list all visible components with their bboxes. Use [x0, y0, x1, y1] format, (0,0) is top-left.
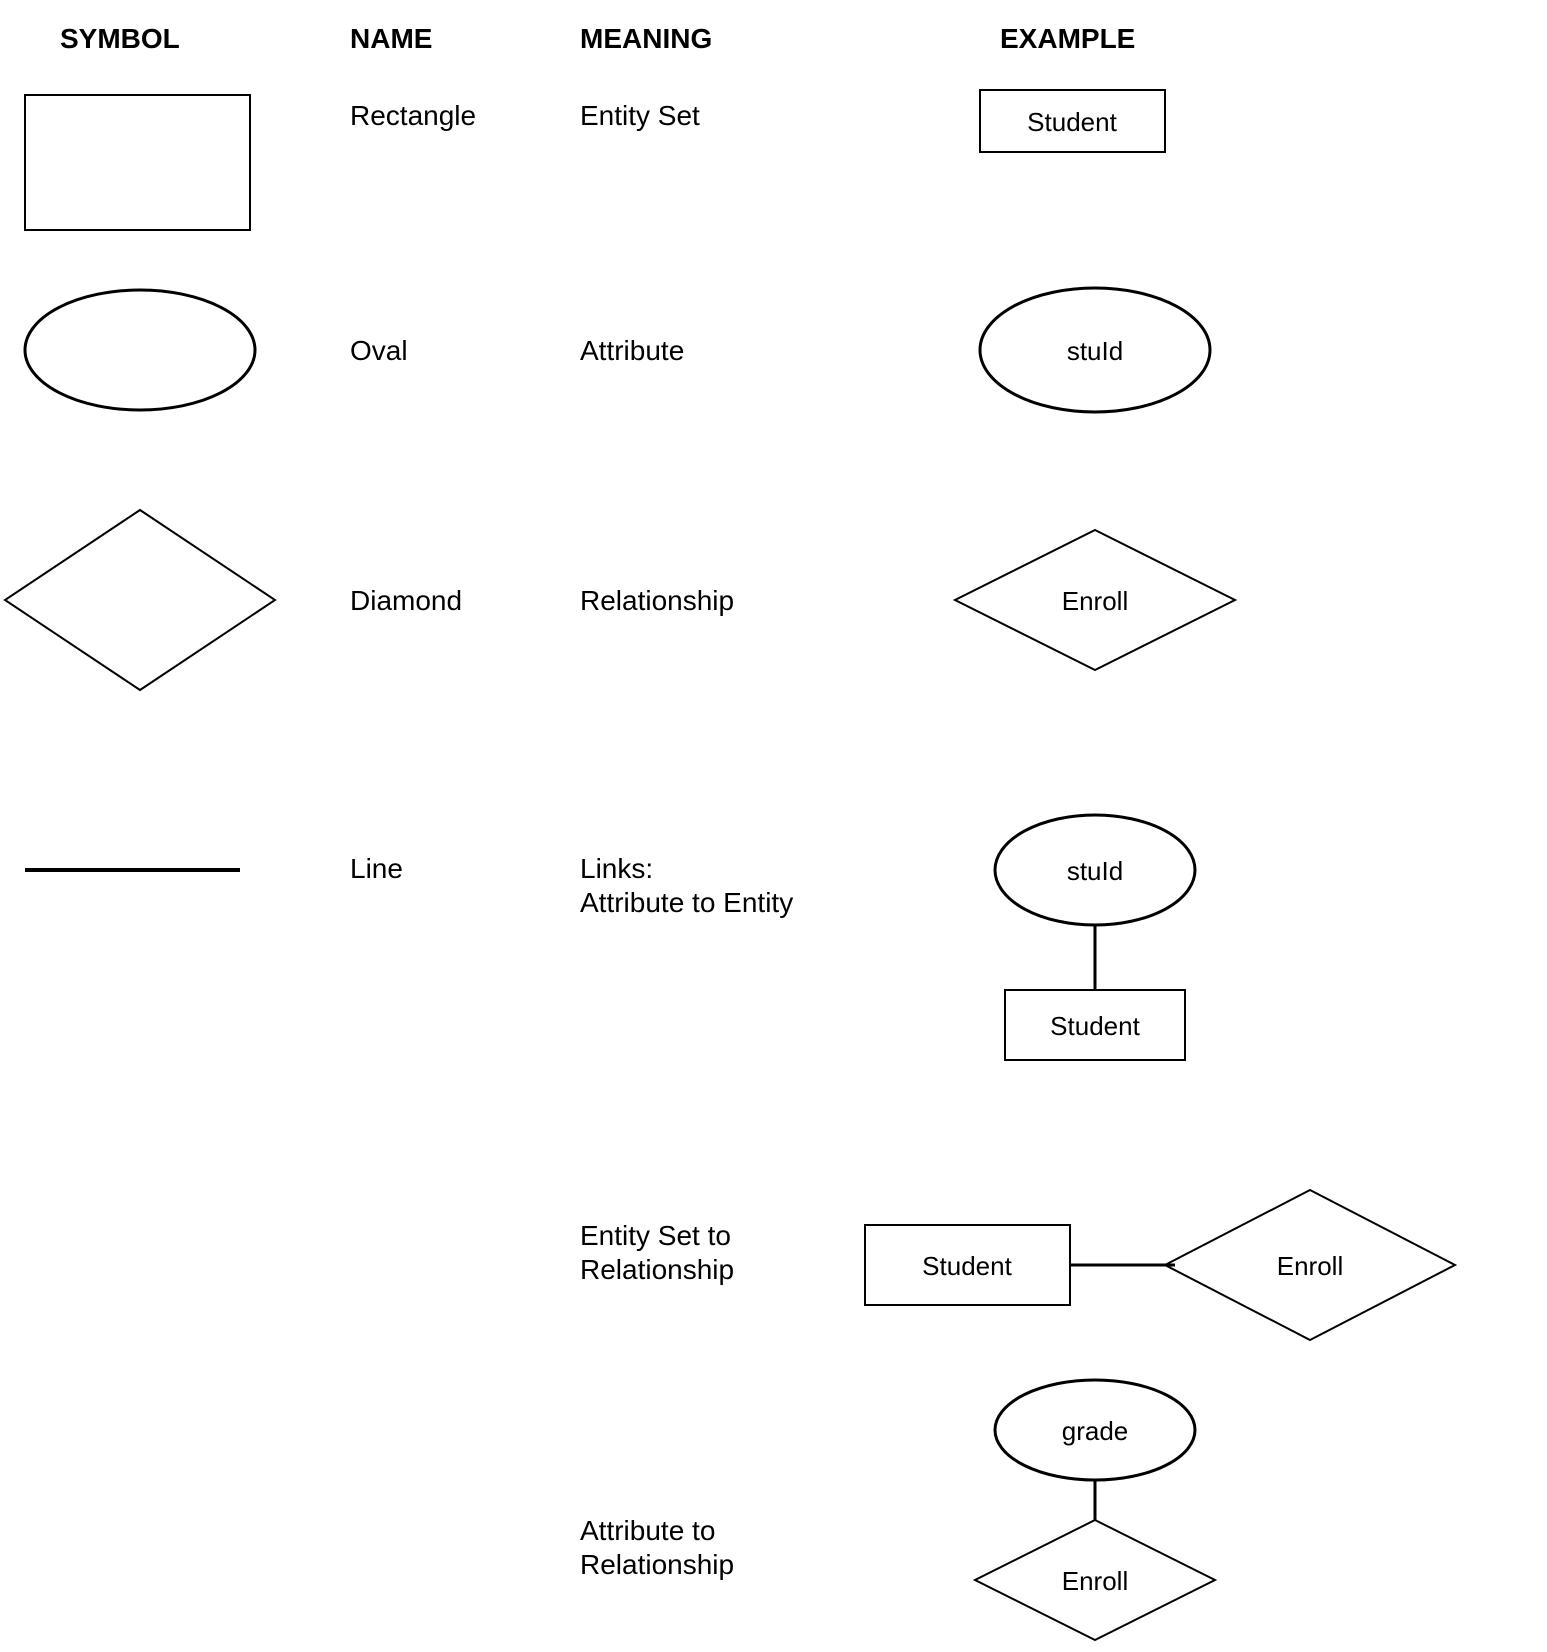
example-entity-student: Student [980, 90, 1165, 152]
row4-meaning: Links: Attribute to Entity [580, 853, 793, 918]
example-attribute-to-entity: stuId Student [995, 815, 1195, 1060]
example-entity-to-relationship: Student Enroll [865, 1190, 1455, 1340]
header-symbol: SYMBOL [60, 23, 180, 54]
er-symbols-diagram: SYMBOL NAME MEANING EXAMPLE Rectangle En… [0, 0, 1547, 1647]
example-attribute-to-relationship: grade Enroll [975, 1380, 1215, 1640]
header-meaning: MEANING [580, 23, 712, 54]
example-relationship-enroll: Enroll [955, 530, 1235, 670]
header-name: NAME [350, 23, 432, 54]
symbol-diamond [5, 510, 275, 690]
svg-text:grade: grade [1062, 1416, 1129, 1446]
symbol-rectangle [25, 95, 250, 230]
symbol-oval [25, 290, 255, 410]
svg-text:stuId: stuId [1067, 336, 1123, 366]
example-attribute-stuid: stuId [980, 288, 1210, 412]
row2-meaning: Attribute [580, 335, 684, 366]
row3-name: Diamond [350, 585, 462, 616]
svg-text:Enroll: Enroll [1062, 586, 1128, 616]
row1-meaning: Entity Set [580, 100, 700, 131]
svg-text:Enroll: Enroll [1277, 1251, 1343, 1281]
row3-meaning: Relationship [580, 585, 734, 616]
svg-text:Enroll: Enroll [1062, 1566, 1128, 1596]
row1-name: Rectangle [350, 100, 476, 131]
header-example: EXAMPLE [1000, 23, 1135, 54]
row5-meaning: Entity Set to Relationship [580, 1220, 739, 1285]
row6-meaning: Attribute to Relationship [580, 1515, 734, 1580]
svg-text:Student: Student [1050, 1011, 1140, 1041]
svg-text:Student: Student [1027, 107, 1117, 137]
svg-text:stuId: stuId [1067, 856, 1123, 886]
svg-text:Student: Student [922, 1251, 1012, 1281]
row2-name: Oval [350, 335, 408, 366]
row4-name: Line [350, 853, 403, 884]
